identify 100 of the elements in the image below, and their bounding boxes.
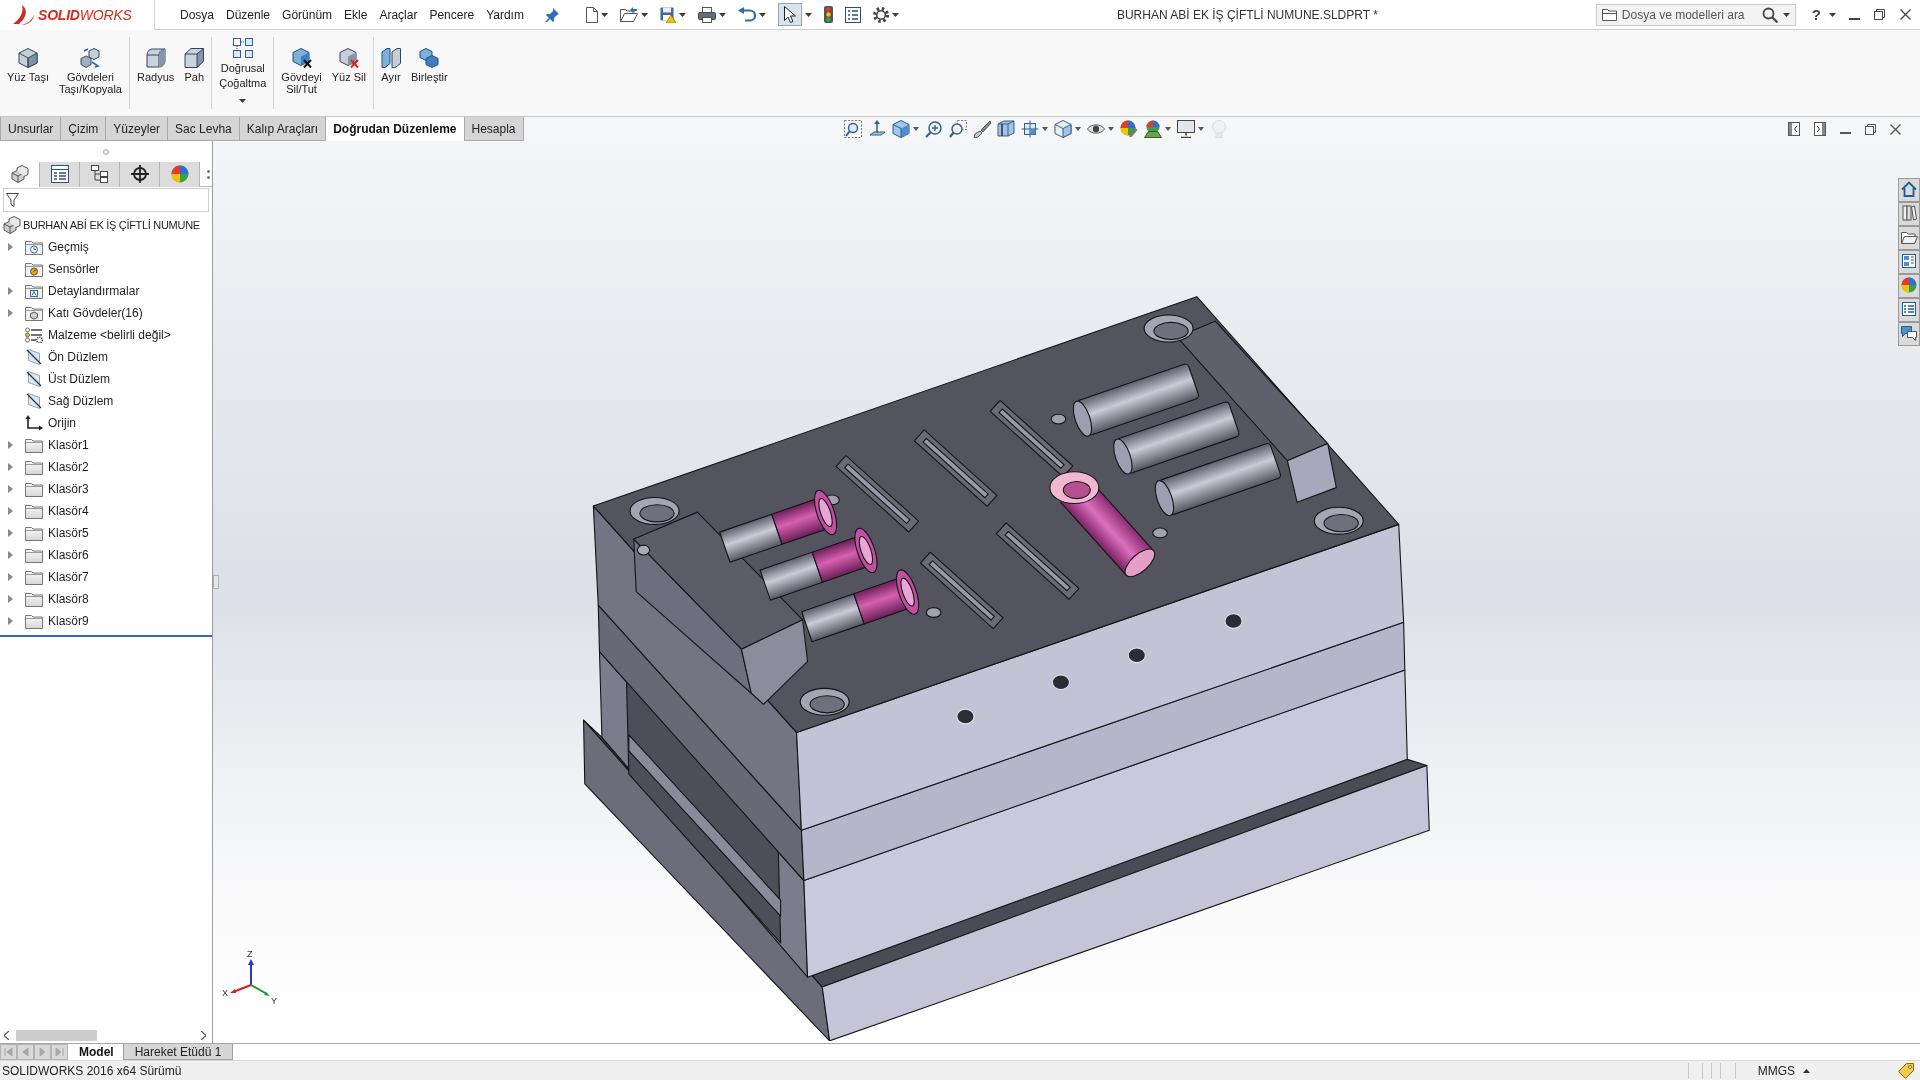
tree-item-label[interactable]: Klasör6	[48, 546, 89, 564]
section-view-icon[interactable]	[996, 120, 1015, 138]
color-sphere-icon[interactable]	[1119, 120, 1138, 138]
ribbon-button[interactable]: Radyus	[133, 30, 179, 114]
caret-icon[interactable]	[804, 12, 812, 17]
tag-icon[interactable]	[1898, 1062, 1914, 1079]
caret-icon[interactable]	[891, 12, 899, 17]
scene-icon[interactable]	[1143, 120, 1162, 138]
scroll-right-icon[interactable]	[201, 1031, 206, 1040]
arrow-up-icon[interactable]	[867, 120, 886, 138]
caret-icon[interactable]	[718, 12, 726, 17]
ribbon-button[interactable]: Birleştir	[406, 30, 452, 114]
caret-icon[interactable]	[1107, 127, 1114, 131]
save-icon[interactable]	[659, 6, 676, 23]
menu-item[interactable]: Düzenle	[223, 6, 274, 23]
more-icon[interactable]	[207, 169, 210, 179]
tree-item-label[interactable]: Klasör3	[48, 480, 89, 498]
minimize-icon[interactable]	[1849, 17, 1860, 20]
command-tab[interactable]: Sac Levha	[168, 117, 240, 141]
pin-icon[interactable]	[544, 7, 559, 22]
caret-icon[interactable]	[640, 12, 648, 17]
close-icon[interactable]	[1890, 123, 1901, 135]
tree-item-label[interactable]: Geçmiş	[48, 238, 89, 256]
brush-icon[interactable]	[972, 120, 991, 138]
ribbon-button[interactable]: Pah	[180, 30, 209, 114]
command-tab[interactable]: Çizim	[61, 117, 107, 141]
expand-arrow-icon[interactable]	[7, 551, 13, 559]
panel-tab[interactable]	[40, 161, 80, 187]
tree-item-label[interactable]: Klasör5	[48, 524, 89, 542]
help-button[interactable]: ?	[1811, 7, 1821, 22]
expand-arrow-icon[interactable]	[7, 529, 13, 537]
menu-item[interactable]: Ekle	[341, 6, 371, 23]
close-icon[interactable]	[1900, 9, 1911, 20]
section-box-icon[interactable]	[1020, 120, 1039, 138]
menu-item[interactable]: Yardım	[483, 6, 527, 23]
caret-icon[interactable]	[1197, 127, 1204, 131]
tree-item-label[interactable]: Klasör8	[48, 590, 89, 608]
caret-up-icon[interactable]	[1803, 1068, 1810, 1073]
search-field[interactable]: Dosya ve modelleri ara	[1595, 3, 1796, 26]
tree-item-label[interactable]: Klasör9	[48, 612, 89, 630]
ribbon-button[interactable]: Ayır	[376, 30, 405, 114]
menu-item[interactable]: Görünüm	[279, 6, 336, 23]
expand-arrow-icon[interactable]	[7, 595, 13, 603]
list-icon[interactable]	[1898, 298, 1920, 322]
menu-item[interactable]: Dosya	[177, 6, 217, 23]
expand-arrow-icon[interactable]	[7, 309, 13, 317]
view-palette-icon[interactable]	[1898, 250, 1920, 274]
panel-left-icon[interactable]	[1788, 122, 1800, 136]
ribbon-button[interactable]: Doğrusal Çoğaltma	[215, 30, 271, 114]
command-tab[interactable]: Doğrudan Düzenleme	[326, 117, 465, 141]
command-tab[interactable]: Yüzeyler	[106, 117, 169, 141]
expand-arrow-icon[interactable]	[7, 617, 13, 625]
ribbon-button[interactable]: Gövdeleri Taşı/Kopyala	[55, 30, 126, 114]
cube-icon[interactable]	[891, 120, 910, 138]
caret-icon[interactable]	[1782, 12, 1790, 17]
tree-item-label[interactable]: Klasör1	[48, 436, 89, 454]
tree-item-label[interactable]: Orijin	[48, 414, 76, 432]
filter-field[interactable]	[3, 188, 209, 212]
tree-item-label[interactable]: Ön Düzlem	[48, 348, 109, 366]
tree-item-label[interactable]: Malzeme <belirli değil>	[48, 326, 171, 344]
printer-icon[interactable]	[697, 6, 716, 23]
command-tab[interactable]: Hesapla	[464, 117, 524, 141]
search-icon[interactable]	[1761, 6, 1778, 23]
caret-icon[interactable]	[1829, 12, 1836, 17]
zoom-to-fit-icon[interactable]	[843, 120, 862, 138]
expand-arrow-icon[interactable]	[7, 573, 13, 581]
expand-arrow-icon[interactable]	[7, 287, 13, 295]
books-icon[interactable]	[1898, 202, 1920, 226]
menu-item[interactable]: Araçlar	[376, 6, 421, 23]
expand-arrow-icon[interactable]	[7, 507, 13, 515]
restore-icon[interactable]	[1874, 9, 1885, 20]
folder-icon[interactable]	[1898, 226, 1920, 250]
tree-item-label[interactable]: Detaylandırmalar	[48, 282, 140, 300]
gear-icon[interactable]	[872, 6, 889, 23]
restore-icon[interactable]	[1865, 123, 1876, 135]
tree-item-label[interactable]: Sağ Düzlem	[48, 392, 114, 410]
zoom-icon[interactable]	[924, 120, 943, 138]
tree-item-label[interactable]: Klasör7	[48, 568, 89, 586]
ribbon-button[interactable]: Gövdeyi Sil/Tut	[277, 30, 326, 114]
traffic-light-icon[interactable]	[823, 6, 833, 23]
grip-icon[interactable]	[103, 148, 109, 155]
caret-icon[interactable]	[600, 12, 608, 17]
folder-open-icon[interactable]	[619, 7, 638, 22]
monitor-icon[interactable]	[1176, 120, 1195, 138]
expand-arrow-icon[interactable]	[7, 463, 13, 471]
command-tab[interactable]: Kalıp Araçları	[239, 117, 327, 141]
tree-item-label[interactable]: Üst Düzlem	[48, 370, 110, 388]
tree-item-label[interactable]: Klasör2	[48, 458, 89, 476]
sheet-tab[interactable]: Hareket Etüdü 1	[122, 1044, 234, 1060]
document-icon[interactable]	[585, 6, 598, 23]
undo-icon[interactable]	[737, 7, 756, 22]
menu-item[interactable]: Pencere	[426, 6, 478, 23]
command-tab[interactable]: Unsurlar	[1, 117, 62, 141]
caret-icon[interactable]	[1041, 127, 1048, 131]
unit-system-button[interactable]: MMGS	[1757, 1061, 1795, 1080]
list-icon[interactable]	[844, 6, 861, 23]
view-cube-icon[interactable]	[1053, 120, 1072, 138]
scroll-left-icon[interactable]	[4, 1031, 9, 1040]
home-icon[interactable]	[1898, 178, 1920, 202]
expand-arrow-icon[interactable]	[7, 441, 13, 449]
